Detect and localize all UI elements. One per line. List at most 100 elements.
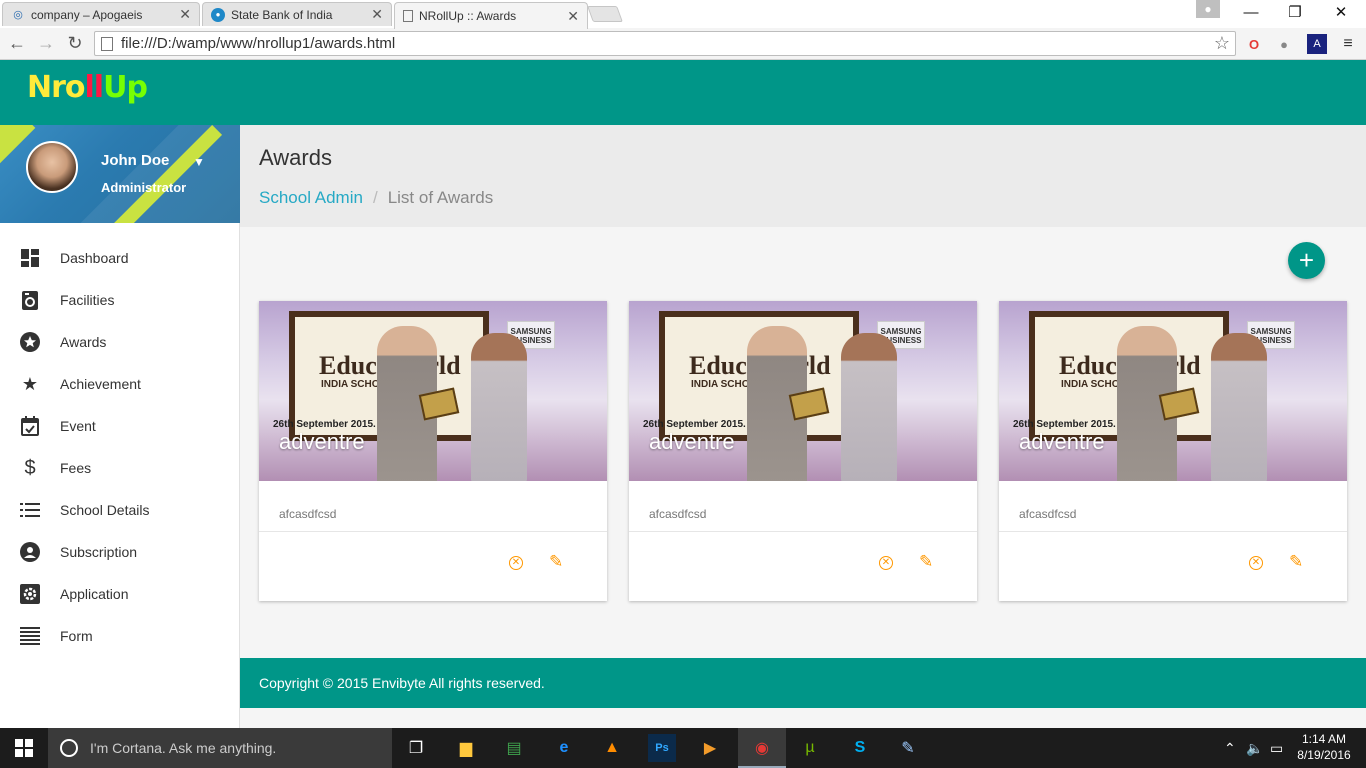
sidebar-item-application[interactable]: Application [0, 573, 239, 615]
windows-taskbar: I'm Cortana. Ask me anything. ❐ ▆ ▤ e ▲ … [0, 728, 1366, 768]
close-icon[interactable]: ✕ [179, 6, 191, 23]
url-text: file:///D:/wamp/www/nrollup1/awards.html [121, 35, 396, 52]
close-icon[interactable]: ✕ [567, 8, 579, 25]
opera-extension-icon[interactable]: O [1244, 34, 1264, 54]
browser-tab-apogaeis[interactable]: ◎ company – Apogaeis ✕ [2, 2, 200, 26]
award-photo[interactable]: EducaWorld INDIA SCHOOL SAMSUNG BUSINESS… [999, 301, 1347, 481]
sidebar-item-subscription[interactable]: Subscription [0, 531, 239, 573]
sidebar-item-label: Awards [60, 334, 107, 350]
logo-part: Up [103, 70, 148, 105]
sidebar-item-school-details[interactable]: School Details [0, 489, 239, 531]
award-photo[interactable]: EducaWorld INDIA SCHOOL SAMSUNG BUSINESS… [259, 301, 607, 481]
system-clock[interactable]: 1:14 AM 8/19/2016 [1294, 731, 1354, 763]
task-view-icon[interactable]: ❐ [402, 734, 430, 762]
bookmark-star-icon[interactable]: ☆ [1214, 33, 1230, 54]
delete-icon[interactable]: ✕ [1249, 556, 1263, 570]
browser-tab-strip: ◎ company – Apogaeis ✕ ● State Bank of I… [0, 0, 1366, 29]
back-icon[interactable]: ← [6, 32, 28, 54]
sidebar-item-form[interactable]: Form [0, 615, 239, 657]
restore-icon[interactable]: ❐ [1272, 0, 1318, 24]
menu-icon[interactable]: ≡ [1338, 34, 1358, 54]
cortana-search-box[interactable]: I'm Cortana. Ask me anything. [48, 728, 392, 768]
close-icon[interactable]: ✕ [371, 6, 383, 23]
sidebar-item-label: Event [60, 418, 96, 434]
sidebar-item-label: Fees [60, 460, 92, 476]
settings-box-icon [20, 584, 40, 604]
utorrent-icon[interactable]: µ [796, 734, 824, 762]
award-title: adventre [1019, 429, 1105, 454]
media-player-icon[interactable]: ▶ [696, 734, 724, 762]
sidebar-item-label: Achievement [60, 376, 141, 392]
reload-icon[interactable]: ↻ [64, 32, 86, 54]
app-logo[interactable]: NrollUp [27, 70, 148, 105]
caret-down-icon[interactable]: ▼ [193, 155, 205, 169]
page-header: Awards School Admin / List of Awards [240, 125, 1366, 227]
card-actions: ✕ ✎ [629, 532, 977, 601]
sidebar-item-achievement[interactable]: ★ Achievement [0, 363, 239, 405]
edge-browser-icon[interactable]: e [550, 734, 578, 762]
copyright-text: Copyright © 2015 Envibyte All rights res… [259, 675, 545, 691]
browser-tab-sbi[interactable]: ● State Bank of India ✕ [202, 2, 392, 26]
browser-tab-awards[interactable]: NRollUp :: Awards ✕ [394, 2, 588, 29]
sidebar-item-event[interactable]: Event [0, 405, 239, 447]
vlc-icon[interactable]: ▲ [598, 734, 626, 762]
globe-icon: ◎ [13, 9, 23, 21]
spreadsheet-app-icon[interactable]: ▤ [500, 734, 528, 762]
delete-icon[interactable]: ✕ [879, 556, 893, 570]
sidebar-item-label: Form [60, 628, 93, 644]
edit-pencil-icon[interactable]: ✎ [919, 552, 933, 572]
breadcrumb: School Admin / List of Awards [259, 188, 493, 208]
sidebar-item-fees[interactable]: $ Fees [0, 447, 239, 489]
browser-toolbar: ← → ↻ file:///D:/wamp/www/nrollup1/award… [0, 28, 1366, 60]
photo-person [841, 333, 897, 481]
edit-pencil-icon[interactable]: ✎ [1289, 552, 1303, 572]
sidebar-item-label: Subscription [60, 544, 138, 560]
address-bar[interactable]: file:///D:/wamp/www/nrollup1/awards.html… [94, 31, 1236, 56]
show-hidden-icons[interactable]: ⌃ [1224, 728, 1236, 768]
award-description: afcasdfcsd [629, 481, 977, 532]
delete-icon[interactable]: ✕ [509, 556, 523, 570]
app-header: NrollUp [0, 60, 1366, 125]
forward-icon[interactable]: → [35, 32, 57, 54]
cortana-placeholder: I'm Cortana. Ask me anything. [90, 740, 277, 756]
sidebar-item-label: School Details [60, 502, 150, 518]
edit-pencil-icon[interactable]: ✎ [549, 552, 563, 572]
sidebar-item-awards[interactable]: Awards [0, 321, 239, 363]
skype-icon[interactable]: S [846, 734, 874, 762]
notifications-icon[interactable]: ▭ [1270, 728, 1283, 768]
award-photo[interactable]: EducaWorld INDIA SCHOOL SAMSUNG BUSINESS… [629, 301, 977, 481]
page-title: Awards [259, 145, 332, 170]
sidebar-item-dashboard[interactable]: Dashboard [0, 237, 239, 279]
user-name[interactable]: John Doe [101, 152, 169, 169]
photoshop-icon[interactable]: Ps [648, 734, 676, 762]
logo-part: Nro [27, 70, 86, 105]
file-explorer-icon[interactable]: ▆ [452, 734, 480, 762]
logo-part: ll [84, 70, 105, 105]
award-card: EducaWorld INDIA SCHOOL SAMSUNG BUSINESS… [259, 301, 607, 601]
chrome-icon[interactable]: ◉ [748, 734, 776, 762]
close-window-icon[interactable]: ✕ [1318, 0, 1364, 24]
minimize-icon[interactable]: — [1228, 0, 1274, 24]
volume-icon[interactable]: 🔈 [1246, 728, 1263, 768]
page-footer: Copyright © 2015 Envibyte All rights res… [240, 658, 1366, 708]
award-description: afcasdfcsd [999, 481, 1347, 532]
page-icon [101, 36, 113, 51]
add-award-button[interactable]: + [1288, 242, 1325, 279]
sidebar-item-facilities[interactable]: Facilities [0, 279, 239, 321]
breadcrumb-link-school-admin[interactable]: School Admin [259, 188, 363, 208]
windows-start-icon[interactable] [0, 728, 48, 768]
new-tab-button[interactable] [587, 6, 623, 22]
avatar[interactable] [26, 141, 78, 193]
extension-icon[interactable]: ● [1274, 34, 1294, 54]
award-card: EducaWorld INDIA SCHOOL SAMSUNG BUSINESS… [999, 301, 1347, 601]
dashboard-icon [20, 248, 40, 268]
card-actions: ✕ ✎ [259, 532, 607, 601]
sidebar-item-label: Dashboard [60, 250, 129, 266]
tab-title: State Bank of India [231, 7, 333, 22]
paint-icon[interactable]: ✎ [894, 734, 922, 762]
adobe-extension-icon[interactable]: A [1307, 34, 1327, 54]
lines-icon [20, 626, 40, 646]
star-icon: ★ [21, 373, 39, 394]
browser-profile-icon[interactable]: ● [1196, 0, 1220, 18]
cortana-icon [60, 739, 78, 757]
